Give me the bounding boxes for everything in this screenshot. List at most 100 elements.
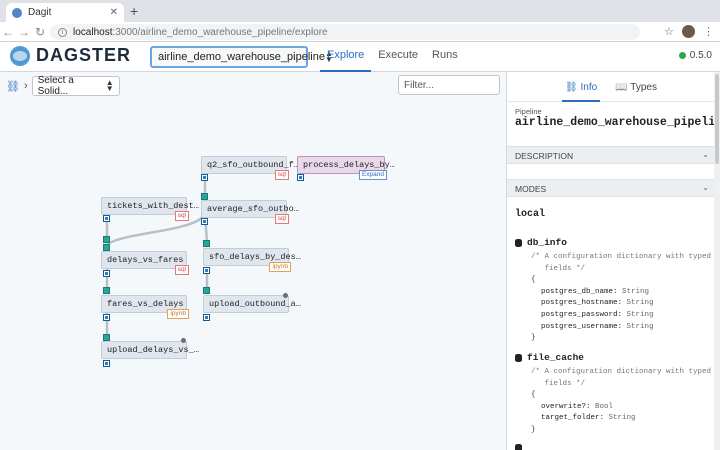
- new-tab-icon[interactable]: +: [130, 4, 138, 18]
- brace-open: {: [531, 391, 536, 400]
- output-port[interactable]: [103, 270, 110, 277]
- solid-tag: ipynb: [167, 309, 189, 319]
- chevron-down-icon[interactable]: ⌄: [702, 183, 709, 192]
- config-field: overwrite?: Bool: [541, 402, 614, 411]
- dagster-logo[interactable]: DAGSTER: [10, 45, 131, 66]
- input-port[interactable]: [201, 193, 208, 200]
- database-icon: [515, 444, 522, 450]
- solid-node-delays-vs-fares[interactable]: delays_vs_fares sql: [101, 251, 189, 275]
- input-port[interactable]: [203, 240, 210, 247]
- output-port[interactable]: [297, 174, 304, 181]
- config-comment: /* A configuration dictionary with typed: [531, 253, 712, 261]
- back-icon[interactable]: ←: [0, 25, 16, 39]
- url-host: localhost: [73, 26, 113, 38]
- brace-close: }: [531, 334, 536, 343]
- solid-node-tickets[interactable]: tickets_with_dest… sql: [101, 197, 199, 221]
- description-header-label: DESCRIPTION: [515, 151, 574, 161]
- config-comment: /* A configuration dictionary with typed: [531, 368, 712, 376]
- main-nav-tabs: Explore Execute Runs: [320, 42, 465, 72]
- description-section-header[interactable]: DESCRIPTION ⌄: [507, 146, 715, 164]
- panel-tabs: ⛓ Info 📖 Types: [507, 72, 715, 102]
- solid-label: upload_outbound_a…: [209, 299, 301, 309]
- browser-tab-strip: Dagit ✕ +: [0, 0, 720, 22]
- solid-label: average_sfo_outbo…: [207, 204, 299, 214]
- config-field: postgres_hostname: String: [541, 299, 654, 308]
- output-port[interactable]: [103, 215, 110, 222]
- bookmark-star-icon[interactable]: ☆: [664, 25, 674, 38]
- config-field: postgres_db_name: String: [541, 287, 650, 296]
- solid-label: delays_vs_fares: [107, 255, 184, 265]
- output-marker-icon: [181, 338, 186, 343]
- brace-open: {: [531, 276, 536, 285]
- tab-runs[interactable]: Runs: [425, 42, 465, 72]
- expand-tag[interactable]: Expand: [358, 170, 387, 180]
- input-port[interactable]: [103, 236, 110, 243]
- browser-tab-title: Dagit: [28, 7, 52, 18]
- solid-tag: sql: [174, 265, 189, 275]
- tab-explore[interactable]: Explore: [320, 42, 372, 72]
- database-icon: [515, 238, 522, 247]
- browser-menu-icon[interactable]: ⋮: [703, 25, 714, 38]
- solid-label: fares_vs_delays: [107, 299, 184, 309]
- status-dot-icon: [678, 52, 686, 59]
- browser-tab[interactable]: Dagit ✕: [6, 3, 124, 22]
- tab-info[interactable]: ⛓ Info: [562, 72, 601, 102]
- scrollbar-thumb[interactable]: [715, 74, 719, 164]
- solid-node-q2[interactable]: q2_sfo_outbound_f… sql: [201, 156, 299, 180]
- solid-node-sfo-delays[interactable]: sfo_delays_by_des… ipynb: [203, 248, 301, 272]
- resource-name: file_cache: [527, 352, 585, 363]
- address-bar[interactable]: i localhost:3000/airline_demo_warehouse_…: [50, 24, 640, 40]
- dagit-favicon-icon: [12, 7, 22, 18]
- tab-execute[interactable]: Execute: [371, 42, 425, 72]
- config-field: target_folder: String: [541, 414, 636, 423]
- output-port[interactable]: [201, 218, 208, 225]
- output-port[interactable]: [201, 174, 208, 181]
- reload-icon[interactable]: ↻: [32, 25, 48, 39]
- solid-label: sfo_delays_by_des…: [209, 252, 301, 262]
- config-field: postgres_password: String: [541, 310, 654, 319]
- chevron-down-icon[interactable]: ⌄: [702, 150, 709, 159]
- input-port[interactable]: [103, 334, 110, 341]
- tab-types-label: Types: [630, 82, 657, 93]
- input-port[interactable]: [203, 287, 210, 294]
- profile-avatar[interactable]: [682, 25, 695, 38]
- brace-close: }: [531, 425, 536, 434]
- solid-tag: ipynb: [269, 262, 291, 272]
- output-marker-icon: [283, 293, 288, 298]
- pipeline-label: Pipeline: [515, 107, 542, 116]
- modes-section-header[interactable]: MODES ⌄: [507, 179, 715, 197]
- tab-types[interactable]: 📖 Types: [612, 72, 660, 102]
- output-port[interactable]: [203, 314, 210, 321]
- site-info-icon[interactable]: i: [58, 27, 67, 37]
- url-path: :3000/airline_demo_warehouse_pipeline/ex…: [112, 26, 328, 38]
- mode-name: local: [515, 209, 546, 220]
- solid-node-process-delays[interactable]: process_delays_by… Expand: [297, 156, 395, 180]
- logo-text: DAGSTER: [36, 45, 132, 65]
- version-indicator: 0.5.0: [678, 50, 712, 61]
- output-port[interactable]: [203, 267, 210, 274]
- output-port[interactable]: [103, 360, 110, 367]
- output-port[interactable]: [103, 314, 110, 321]
- config-field: postgres_username: String: [541, 322, 654, 331]
- solid-node-average[interactable]: average_sfo_outbo… sql: [201, 200, 299, 224]
- panel-scrollbar[interactable]: [714, 72, 720, 450]
- solid-node-upload-outbound[interactable]: upload_outbound_a…: [203, 295, 301, 313]
- config-comment: fields */: [531, 264, 586, 273]
- pipeline-select[interactable]: airline_demo_warehouse_pipeline ▲ ▼: [150, 46, 333, 68]
- input-port[interactable]: [103, 287, 110, 294]
- pipeline-graph[interactable]: ⛓ › Select a Solid... ▲▼ q2_sfo_outbound…: [0, 72, 506, 450]
- solid-label: tickets_with_dest…: [107, 201, 199, 211]
- solid-node-upload-delays[interactable]: upload_delays_vs_…: [101, 341, 199, 359]
- dagster-logo-icon: [10, 45, 30, 66]
- forward-icon[interactable]: →: [16, 25, 32, 39]
- resource-db-info: db_info: [515, 237, 567, 248]
- solid-label: q2_sfo_outbound_f…: [207, 160, 299, 170]
- resource-partial: [515, 444, 527, 450]
- close-tab-icon[interactable]: ✕: [110, 7, 118, 18]
- input-port[interactable]: [103, 244, 110, 251]
- solid-tag: sql: [174, 211, 189, 221]
- version-text: 0.5.0: [689, 50, 712, 61]
- resource-config-db-info: /* A configuration dictionary with typed…: [531, 252, 711, 345]
- solid-node-fares-vs-delays[interactable]: fares_vs_delays ipynb: [101, 295, 189, 319]
- solid-tag: sql: [274, 170, 289, 180]
